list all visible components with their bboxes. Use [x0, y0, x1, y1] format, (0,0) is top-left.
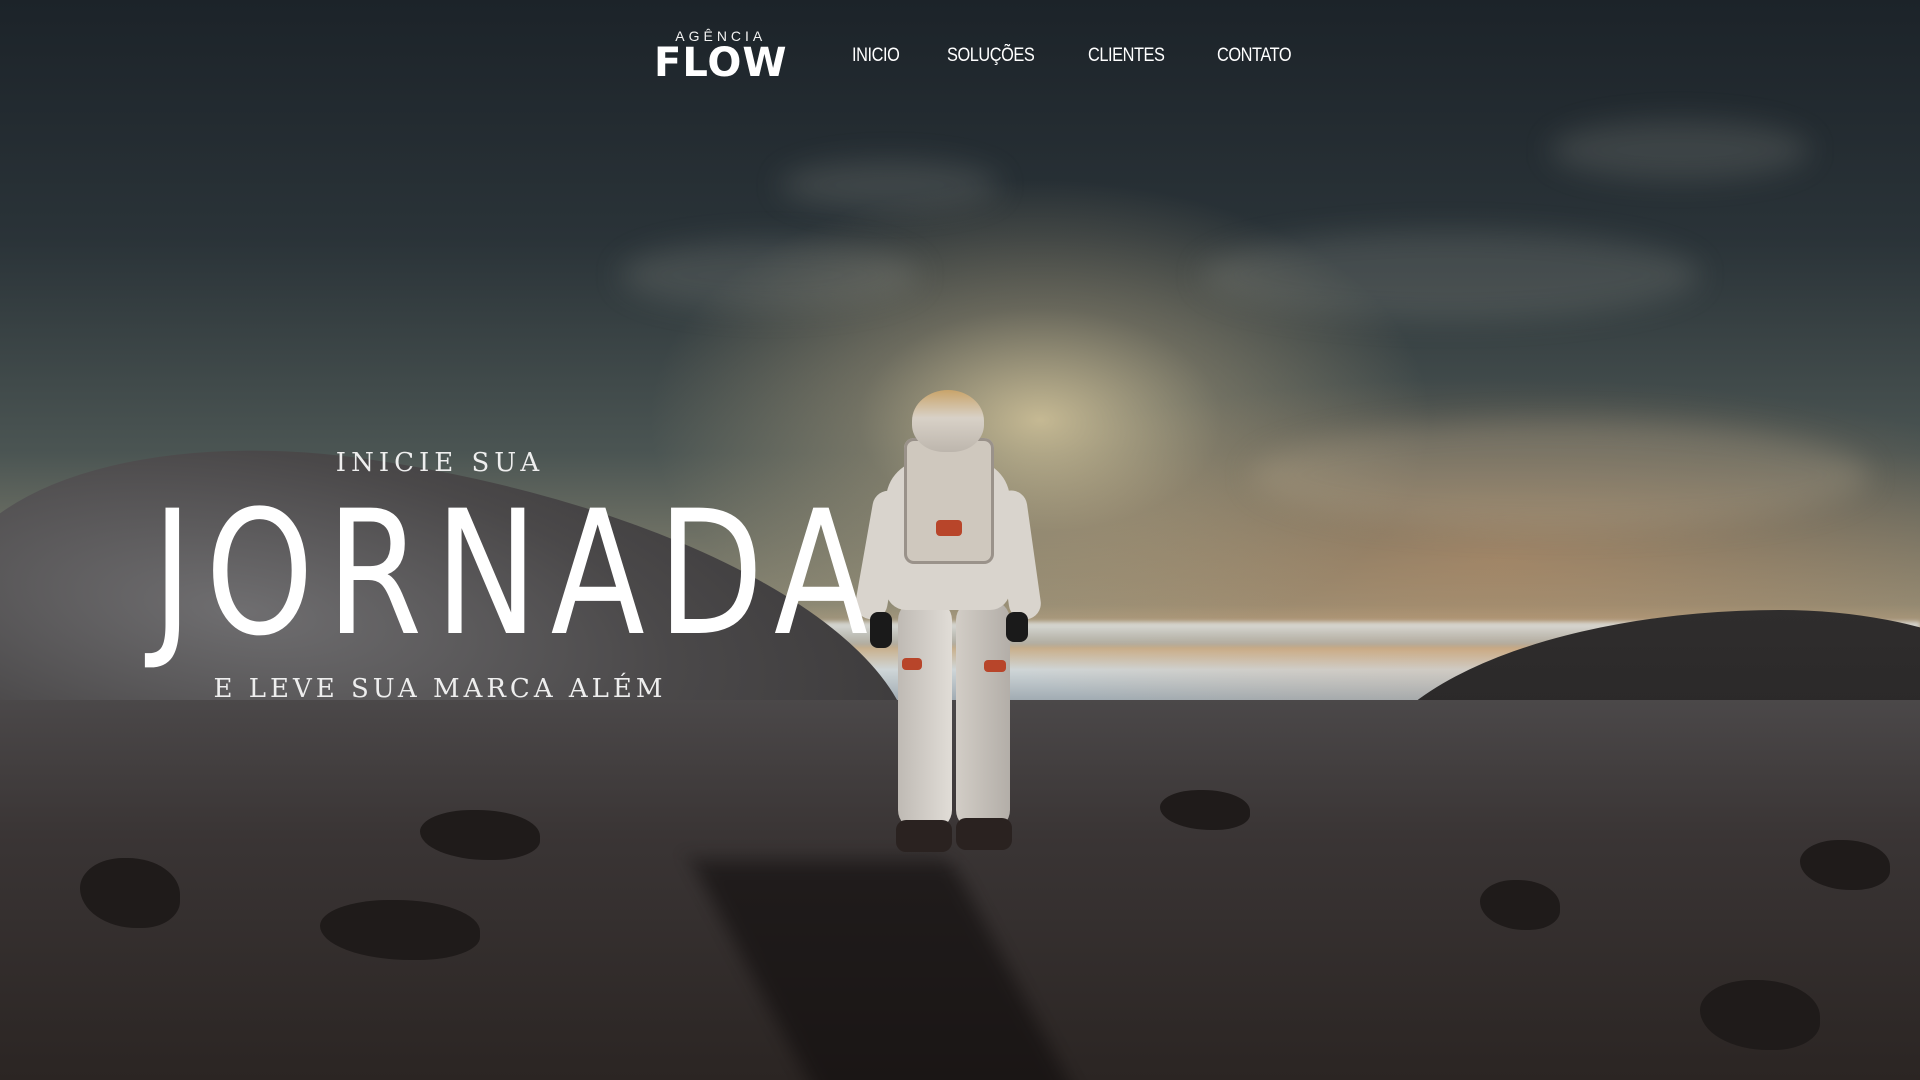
nav-link-clientes[interactable]: CLIENTES [1088, 45, 1165, 67]
logo-name: FLOW [654, 40, 788, 86]
cloud [1200, 230, 1700, 320]
top-nav: AGÊNCIA FLOW INICIO SOLUÇÕES CLIENTES CO… [654, 26, 1303, 86]
suit-patch [936, 520, 962, 536]
astronaut-figure [852, 390, 1046, 860]
suit-patch [984, 660, 1006, 672]
brand-logo[interactable]: AGÊNCIA FLOW [654, 29, 788, 83]
nav-links: INICIO SOLUÇÕES CLIENTES CONTATO [852, 45, 1304, 67]
astronaut-backpack [904, 438, 994, 564]
astronaut-leg [956, 600, 1010, 830]
hero-section: AGÊNCIA FLOW INICIO SOLUÇÕES CLIENTES CO… [0, 0, 1920, 1080]
cloud [780, 160, 1000, 210]
cloud [1250, 420, 1870, 530]
nav-link-inicio[interactable]: INICIO [852, 45, 900, 67]
nav-link-contato[interactable]: CONTATO [1217, 45, 1292, 67]
cloud [1550, 120, 1810, 180]
astronaut-boot [896, 820, 952, 852]
cloud [620, 240, 920, 310]
hero-headline: INICIE SUA JORNADA E LEVE SUA MARCA ALÉM [80, 448, 881, 704]
hero-title: JORNADA [152, 473, 881, 674]
astronaut-boot [956, 818, 1012, 850]
hero-post-title: E LEVE SUA MARCA ALÉM [213, 674, 667, 704]
astronaut-glove [1006, 612, 1028, 642]
nav-link-solucoes[interactable]: SOLUÇÕES [947, 45, 1035, 67]
astronaut-leg [898, 600, 952, 830]
astronaut-helmet [912, 390, 984, 452]
suit-patch [902, 658, 922, 670]
